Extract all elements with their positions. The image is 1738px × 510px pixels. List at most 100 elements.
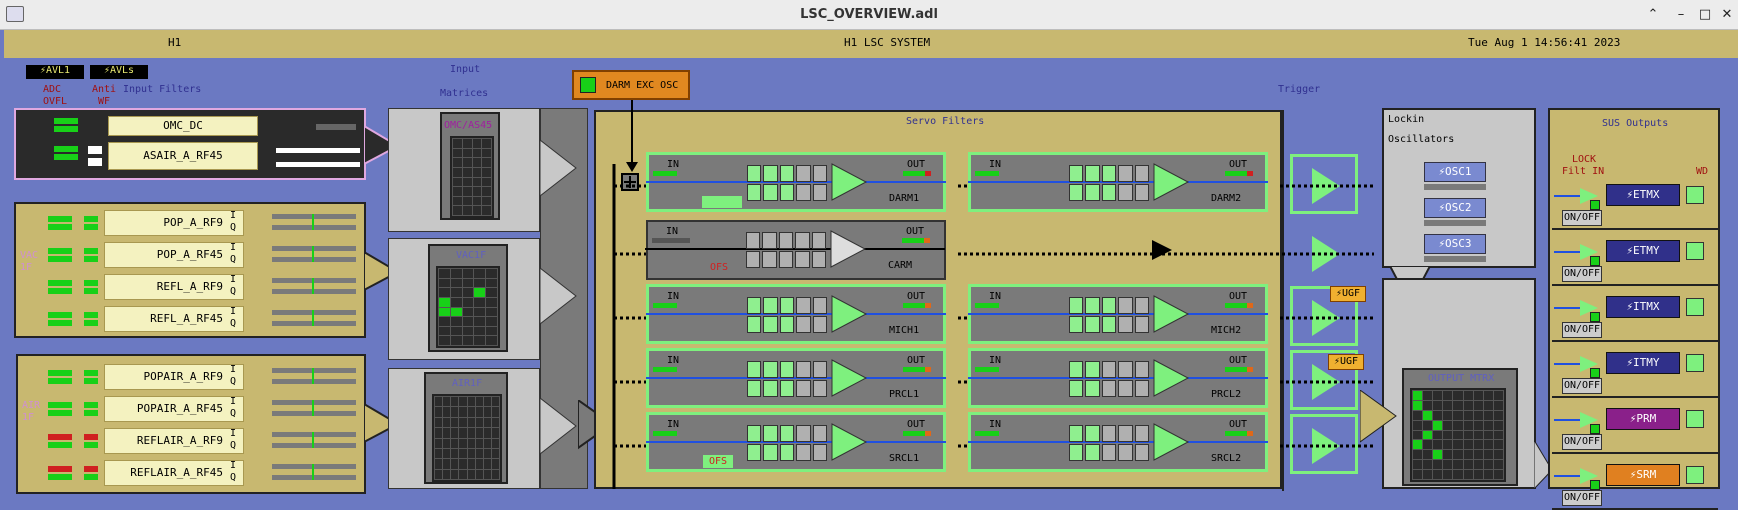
matrix-element[interactable] bbox=[1433, 400, 1443, 410]
matrix-element[interactable] bbox=[474, 307, 486, 317]
servo-filter-darm2[interactable]: IN OUT DARM2 bbox=[968, 152, 1268, 212]
matrix-element[interactable] bbox=[1433, 420, 1443, 430]
matrix-element[interactable] bbox=[450, 278, 462, 288]
filter-module-button[interactable] bbox=[747, 297, 762, 314]
matrix-element[interactable] bbox=[1443, 410, 1453, 420]
matrix-element[interactable] bbox=[1473, 410, 1483, 420]
filter-popair-a-rf45[interactable]: POPAIR_A_RF45 bbox=[104, 396, 244, 422]
ofs-label[interactable]: OFS bbox=[710, 262, 728, 273]
matrix-element[interactable] bbox=[1413, 430, 1423, 440]
darm-exc-osc-button[interactable]: DARM EXC OSC bbox=[572, 70, 690, 100]
matrix-element[interactable] bbox=[443, 459, 451, 469]
close-icon[interactable]: ✕ bbox=[1718, 6, 1736, 24]
matrix-element[interactable] bbox=[453, 158, 462, 167]
matrix-element[interactable] bbox=[467, 417, 475, 428]
matrix-element[interactable] bbox=[1483, 440, 1493, 450]
maximize-icon[interactable]: □ bbox=[1696, 6, 1714, 24]
matrix-element[interactable] bbox=[451, 397, 459, 407]
filter-module-button[interactable] bbox=[1101, 425, 1117, 442]
matrix-element[interactable] bbox=[1453, 391, 1463, 400]
matrix-element[interactable] bbox=[483, 469, 491, 479]
matrix-element[interactable] bbox=[1423, 450, 1433, 460]
matrix-element[interactable] bbox=[462, 139, 472, 148]
matrix-element[interactable] bbox=[1443, 470, 1453, 479]
filter-module-button[interactable] bbox=[1134, 297, 1149, 314]
matrix-element[interactable] bbox=[1423, 410, 1433, 420]
matrix-element[interactable] bbox=[472, 196, 482, 206]
ugf-button[interactable]: ⚡UGF bbox=[1330, 286, 1366, 302]
filter-module-button[interactable] bbox=[1069, 165, 1084, 182]
matrix-element[interactable] bbox=[1483, 430, 1493, 440]
matrix-element[interactable] bbox=[475, 397, 483, 407]
matrix-element[interactable] bbox=[435, 397, 443, 407]
matrix-element[interactable] bbox=[1463, 410, 1473, 420]
filter-pop-a-rf9[interactable]: POP_A_RF9 bbox=[104, 210, 244, 236]
matrix-element[interactable] bbox=[486, 269, 497, 278]
matrix-element[interactable] bbox=[472, 177, 482, 187]
matrix-element[interactable] bbox=[459, 417, 467, 428]
matrix-element[interactable] bbox=[1483, 420, 1493, 430]
matrix-element[interactable] bbox=[491, 459, 499, 469]
matrix-element[interactable] bbox=[1413, 420, 1423, 430]
matrix-element[interactable] bbox=[475, 448, 483, 459]
matrix-element[interactable] bbox=[450, 307, 462, 317]
matrix-element[interactable] bbox=[451, 448, 459, 459]
sus-button-4[interactable]: ⚡PRM bbox=[1606, 408, 1680, 430]
matrix-element[interactable] bbox=[1473, 430, 1483, 440]
matrix-element[interactable] bbox=[435, 407, 443, 417]
matrix-element[interactable] bbox=[1483, 470, 1493, 479]
matrix-element[interactable] bbox=[467, 397, 475, 407]
sus-button-1[interactable]: ⚡ETMY bbox=[1606, 240, 1680, 262]
output-matrix[interactable]: OUTPUT MTRX bbox=[1402, 368, 1518, 486]
matrix-element[interactable] bbox=[443, 428, 451, 438]
filter-module-button[interactable] bbox=[1118, 297, 1133, 314]
matrix-element[interactable] bbox=[1473, 470, 1483, 479]
servo-filter-mich1[interactable]: IN OUT MICH1 bbox=[646, 284, 946, 344]
filter-module-button[interactable] bbox=[1101, 165, 1117, 182]
filter-module-button[interactable] bbox=[795, 232, 810, 249]
matrix-element[interactable] bbox=[451, 459, 459, 469]
matrix-element[interactable] bbox=[451, 428, 459, 438]
matrix-element[interactable] bbox=[1423, 391, 1433, 400]
matrix-element[interactable] bbox=[491, 397, 499, 407]
matrix-element[interactable] bbox=[491, 417, 499, 428]
filter-module-button[interactable] bbox=[812, 297, 827, 314]
matrix-element[interactable] bbox=[462, 196, 472, 206]
filter-module-button[interactable] bbox=[1118, 165, 1133, 182]
matrix-element[interactable] bbox=[450, 317, 462, 326]
matrix-element[interactable] bbox=[462, 177, 472, 187]
matrix-element[interactable] bbox=[475, 438, 483, 448]
matrix-element[interactable] bbox=[474, 278, 486, 288]
sus-button-0[interactable]: ⚡ETMX bbox=[1606, 184, 1680, 206]
matrix-element[interactable] bbox=[462, 336, 474, 345]
matrix-element[interactable] bbox=[1463, 430, 1473, 440]
matrix-element[interactable] bbox=[1423, 420, 1433, 430]
filter-asair-a-rf45[interactable]: ASAIR_A_RF45 bbox=[108, 142, 258, 170]
filter-module-button[interactable] bbox=[1085, 425, 1100, 442]
matrix-element[interactable] bbox=[1483, 400, 1493, 410]
matrix-element[interactable] bbox=[486, 288, 497, 297]
matrix-element[interactable] bbox=[486, 336, 497, 345]
matrix-element[interactable] bbox=[467, 438, 475, 448]
osc-button-3[interactable]: ⚡OSC3 bbox=[1424, 234, 1486, 254]
matrix-element[interactable] bbox=[491, 469, 499, 479]
matrix-element[interactable] bbox=[453, 196, 462, 206]
matrix-element[interactable] bbox=[482, 167, 491, 177]
on-off-button[interactable]: ON/OFF bbox=[1562, 210, 1602, 226]
matrix-element[interactable] bbox=[1493, 410, 1503, 420]
matrix-element[interactable] bbox=[1463, 450, 1473, 460]
matrix-element[interactable] bbox=[1443, 450, 1453, 460]
matrix-element[interactable] bbox=[483, 417, 491, 428]
matrix-element[interactable] bbox=[1493, 460, 1503, 470]
matrix-element[interactable] bbox=[443, 448, 451, 459]
filter-module-button[interactable] bbox=[779, 361, 795, 378]
filter-module-button[interactable] bbox=[747, 165, 762, 182]
filter-module-button[interactable] bbox=[811, 232, 826, 249]
filter-module-button[interactable] bbox=[746, 232, 761, 249]
matrix-element[interactable] bbox=[1413, 400, 1423, 410]
matrix-element[interactable] bbox=[462, 307, 474, 317]
matrix-element[interactable] bbox=[486, 317, 497, 326]
filter-reflair-a-rf9[interactable]: REFLAIR_A_RF9 bbox=[104, 428, 244, 454]
matrix-element[interactable] bbox=[1493, 440, 1503, 450]
filter-module-button[interactable] bbox=[1069, 297, 1084, 314]
